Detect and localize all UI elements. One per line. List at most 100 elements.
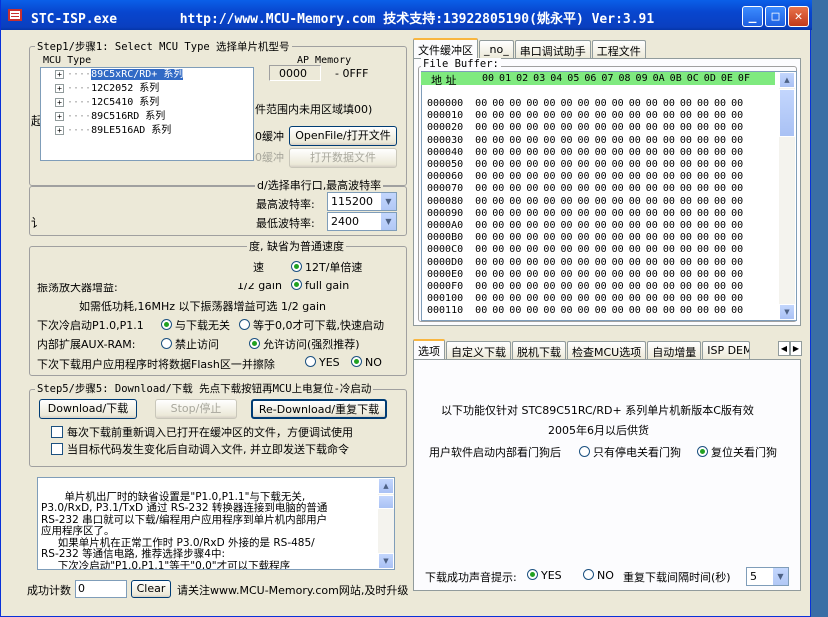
hex-scrollbar[interactable]: ▲ ▼ xyxy=(779,72,795,320)
hex-row[interactable]: 000010 00 00 00 00 00 00 00 00 00 00 00 … xyxy=(427,110,743,122)
mcu-tree-item[interactable]: + ····12C5410 系列 xyxy=(41,96,253,110)
scroll-thumb[interactable] xyxy=(779,89,795,137)
hex-row[interactable]: 000080 00 00 00 00 00 00 00 00 00 00 00 … xyxy=(427,196,743,208)
minimize-button[interactable]: _ xyxy=(742,6,763,27)
checkbox-icon[interactable] xyxy=(51,426,63,438)
tab-options[interactable]: 选项 xyxy=(413,339,445,359)
radio-selected-icon[interactable] xyxy=(161,319,172,330)
radio-icon[interactable] xyxy=(239,319,250,330)
close-button[interactable]: ✕ xyxy=(788,6,809,27)
min-baud-select[interactable]: 2400 ▼ xyxy=(327,212,397,231)
scroll-down-icon[interactable]: ▼ xyxy=(378,553,394,569)
memo-scrollbar[interactable]: ▲ ▼ xyxy=(378,478,394,569)
aux-opt2[interactable]: 允许访问(强烈推荐) xyxy=(249,336,360,352)
tab-check-mcu[interactable]: 检查MCU选项 xyxy=(567,341,647,359)
maximize-button[interactable]: □ xyxy=(765,6,786,27)
stop-button[interactable]: Stop/停止 xyxy=(155,399,237,419)
chevron-down-icon[interactable]: ▼ xyxy=(772,568,788,585)
tab-scroll[interactable]: ◀ ▶ xyxy=(778,341,802,356)
radio-selected-icon[interactable] xyxy=(291,261,302,272)
expand-icon[interactable]: + xyxy=(55,70,64,79)
radio-icon[interactable] xyxy=(583,569,594,580)
watchdog-opt2[interactable]: 复位关看门狗 xyxy=(697,444,777,460)
hex-row-address: 000040 xyxy=(427,146,464,158)
checkbox-icon[interactable] xyxy=(51,443,63,455)
mcu-tree-item[interactable]: + ····89LE516AD 系列 xyxy=(41,124,253,138)
mcu-type-dropdown[interactable]: + ····89C5xRC/RD+ 系列 + ····12C2052 系列 + ····1… xyxy=(40,67,254,161)
scroll-up-icon[interactable]: ▲ xyxy=(779,72,795,88)
expand-icon[interactable]: + xyxy=(55,126,64,135)
hex-row[interactable]: 000030 00 00 00 00 00 00 00 00 00 00 00 … xyxy=(427,135,743,147)
radio-selected-icon[interactable] xyxy=(351,356,362,367)
hex-row[interactable]: 0000C0 00 00 00 00 00 00 00 00 00 00 00 … xyxy=(427,244,743,256)
tab-file-buffer[interactable]: 文件缓冲区 xyxy=(413,38,478,58)
mcu-tree-item-label: 89LE516AD 系列 xyxy=(91,125,172,136)
expand-icon[interactable]: + xyxy=(55,84,64,93)
scroll-down-icon[interactable]: ▼ xyxy=(779,304,795,320)
mcu-tree-item[interactable]: + ····12C2052 系列 xyxy=(41,82,253,96)
tab-isp-demo[interactable]: ISP DEMO xyxy=(702,341,751,359)
radio-selected-icon[interactable] xyxy=(291,279,302,290)
mcu-tree-item[interactable]: + ····89C5xRC/RD+ 系列 xyxy=(41,68,253,82)
auto-send-checkbox[interactable]: 当目标代码发生变化后自动调入文件, 并立即发送下载命令 xyxy=(51,441,349,457)
redownload-button[interactable]: Re-Download/重复下载 xyxy=(251,399,387,419)
open-data-file-button[interactable]: 打开数据文件 xyxy=(289,148,397,168)
max-baud-select[interactable]: 115200 ▼ xyxy=(327,192,397,211)
hex-row[interactable]: 000090 00 00 00 00 00 00 00 00 00 00 00 … xyxy=(427,208,743,220)
open-file-button[interactable]: OpenFile/打开文件 xyxy=(289,126,397,146)
radio-selected-icon[interactable] xyxy=(249,338,260,349)
radio-icon[interactable] xyxy=(161,338,172,349)
tab-offline-download[interactable]: 脱机下载 xyxy=(512,341,566,359)
interval-select[interactable]: 5 ▼ xyxy=(746,567,789,586)
tab-serial-assistant[interactable]: 串口调试助手 xyxy=(514,40,591,58)
speed-12t-radio[interactable]: 12T/单倍速 xyxy=(291,259,362,275)
hex-row[interactable]: 000110 00 00 00 00 00 00 00 00 00 00 00 … xyxy=(427,305,743,317)
info-text-area[interactable]: 单片机出厂时的缺省设置是"P1.0,P1.1"与下载无关, P3.0/RxD, … xyxy=(37,477,395,570)
full-gain-radio[interactable]: full gain xyxy=(291,279,349,292)
download-button[interactable]: Download/下载 xyxy=(39,399,137,419)
chevron-down-icon[interactable]: ▼ xyxy=(380,193,396,210)
hex-row[interactable]: 000020 00 00 00 00 00 00 00 00 00 00 00 … xyxy=(427,122,743,134)
mcu-tree-item[interactable]: + ····89C516RD 系列 xyxy=(41,110,253,124)
radio-icon[interactable] xyxy=(305,356,316,367)
hex-row[interactable]: 0000A0 00 00 00 00 00 00 00 00 00 00 00 … xyxy=(427,220,743,232)
sound-no[interactable]: NO xyxy=(583,569,614,582)
expand-icon[interactable]: + xyxy=(55,98,64,107)
chevron-right-icon[interactable]: ▶ xyxy=(790,341,802,356)
sound-yes[interactable]: YES xyxy=(527,569,562,582)
watchdog-opt1[interactable]: 只有停电关看门狗 xyxy=(579,444,681,460)
success-count-field[interactable]: 0 xyxy=(75,580,127,598)
hex-row[interactable]: 000050 00 00 00 00 00 00 00 00 00 00 00 … xyxy=(427,159,743,171)
tab-no[interactable]: _no_ xyxy=(479,40,514,58)
hex-row-bytes: 00 00 00 00 00 00 00 00 00 00 00 00 00 0… xyxy=(475,268,744,280)
erase-yes[interactable]: YES xyxy=(305,356,340,369)
hex-row[interactable]: 000000 00 00 00 00 00 00 00 00 00 00 00 … xyxy=(427,98,743,110)
reload-checkbox[interactable]: 每次下载前重新调入已打开在缓冲区的文件，方便调试使用 xyxy=(51,424,353,440)
scroll-thumb[interactable] xyxy=(378,495,394,509)
clear-button[interactable]: Clear xyxy=(131,580,171,598)
tab-project-file[interactable]: 工程文件 xyxy=(591,40,646,58)
hex-row[interactable]: 000040 00 00 00 00 00 00 00 00 00 00 00 … xyxy=(427,147,743,159)
expand-icon[interactable]: + xyxy=(55,112,64,121)
tab-custom-download[interactable]: 自定义下载 xyxy=(446,341,511,359)
hex-row[interactable]: 0000B0 00 00 00 00 00 00 00 00 00 00 00 … xyxy=(427,232,743,244)
hex-row[interactable]: 0000E0 00 00 00 00 00 00 00 00 00 00 00 … xyxy=(427,269,743,281)
cold-start-opt1[interactable]: 与下载无关 xyxy=(161,317,230,333)
cold-start-opt2[interactable]: 等于0,0才可下载,快速启动 xyxy=(239,317,384,333)
radio-icon[interactable] xyxy=(579,446,590,457)
hex-row[interactable]: 0000D0 00 00 00 00 00 00 00 00 00 00 00 … xyxy=(427,257,743,269)
erase-no[interactable]: NO xyxy=(351,356,382,369)
scroll-up-icon[interactable]: ▲ xyxy=(378,478,394,494)
radio-selected-icon[interactable] xyxy=(697,446,708,457)
tab-auto-increment[interactable]: 自动增量 xyxy=(647,341,702,359)
aux-opt1[interactable]: 禁止访问 xyxy=(161,336,219,352)
hex-row[interactable]: 000070 00 00 00 00 00 00 00 00 00 00 00 … xyxy=(427,183,743,195)
hex-row[interactable]: 0000F0 00 00 00 00 00 00 00 00 00 00 00 … xyxy=(427,281,743,293)
hex-row[interactable]: 000060 00 00 00 00 00 00 00 00 00 00 00 … xyxy=(427,171,743,183)
chevron-left-icon[interactable]: ◀ xyxy=(778,341,790,356)
tree-connector: ···· xyxy=(67,83,92,94)
radio-selected-icon[interactable] xyxy=(527,569,538,580)
window-title: STC-ISP.exe http://www.MCU-Memory.com 技术… xyxy=(31,12,655,27)
hex-row[interactable]: 000100 00 00 00 00 00 00 00 00 00 00 00 … xyxy=(427,293,743,305)
chevron-down-icon[interactable]: ▼ xyxy=(380,213,396,230)
